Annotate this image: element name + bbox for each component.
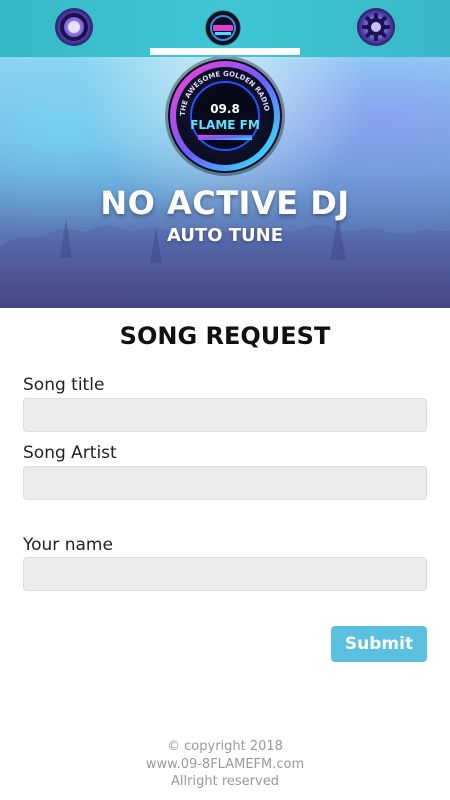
flame-fm-logo-image: THE AWESOME GOLDEN RADIO 09.8 FLAME FM	[170, 61, 280, 171]
form-title: SONG REQUEST	[119, 322, 331, 350]
tab-flame-fm[interactable]	[205, 10, 241, 46]
footer: © copyright 2018 www.09-8FLAMEFM.com All…	[0, 738, 450, 791]
dj-name: NO ACTIVE DJ	[100, 184, 350, 222]
top-tab-bar	[0, 0, 450, 57]
flame-fm-logo-icon	[205, 10, 241, 46]
show-name: AUTO TUNE	[166, 225, 284, 246]
station-logo: THE AWESOME GOLDEN RADIO 09.8 FLAME FM	[168, 59, 282, 173]
song-artist-input[interactable]	[23, 466, 427, 500]
rights-text: Allright reserved	[171, 774, 279, 789]
your-name-label: Your name	[23, 535, 113, 555]
active-tab-indicator	[150, 48, 300, 55]
tab-radio[interactable]	[54, 7, 94, 47]
song-title-label: Song title	[23, 375, 105, 395]
submit-button[interactable]: Submit	[331, 626, 427, 662]
radio-logo-icon	[55, 8, 93, 46]
website-link[interactable]: www.09-8FLAMEFM.com	[0, 756, 450, 774]
song-artist-label: Song Artist	[23, 443, 117, 463]
tab-settings[interactable]	[356, 7, 396, 47]
gear-logo-icon	[357, 8, 395, 46]
svg-text:FLAME FM: FLAME FM	[190, 118, 260, 132]
hero-banner: THE AWESOME GOLDEN RADIO 09.8 FLAME FM N…	[0, 57, 450, 308]
song-title-input[interactable]	[23, 398, 427, 432]
your-name-input[interactable]	[23, 557, 427, 591]
svg-text:09.8: 09.8	[210, 102, 240, 116]
copyright-text: © copyright 2018	[167, 739, 283, 754]
